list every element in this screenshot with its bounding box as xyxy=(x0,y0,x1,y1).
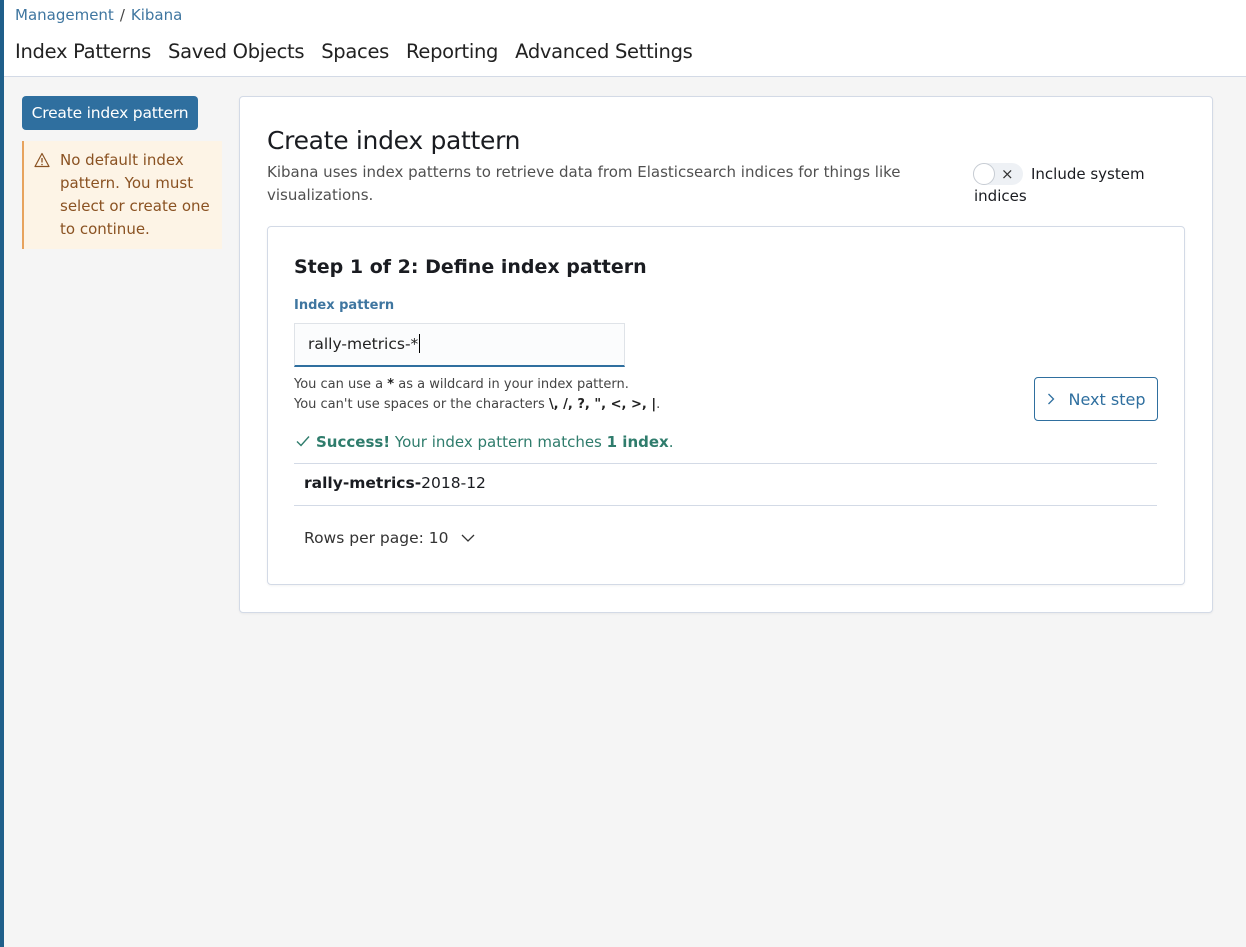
tab-spaces[interactable]: Spaces xyxy=(321,40,389,63)
index-pattern-input[interactable]: rally-metrics-* xyxy=(294,323,625,367)
help-line-wildcard: You can use a * as a wildcard in your in… xyxy=(294,375,660,395)
success-label: Success! xyxy=(316,433,391,451)
success-text-end: . xyxy=(668,433,674,451)
step-title: Step 1 of 2: Define index pattern xyxy=(294,256,647,278)
warning-icon xyxy=(34,152,50,168)
rows-per-page-selector[interactable]: Rows per page: 10 xyxy=(304,529,475,547)
page-title: Create index pattern xyxy=(267,126,521,155)
breadcrumb-kibana[interactable]: Kibana xyxy=(131,6,182,24)
breadcrumb-separator: / xyxy=(119,6,125,24)
chevron-down-icon xyxy=(461,534,474,542)
help-text: You can't use spaces or the characters xyxy=(294,397,549,412)
tab-index-patterns[interactable]: Index Patterns xyxy=(15,40,151,63)
index-pattern-help: You can use a * as a wildcard in your in… xyxy=(294,375,660,415)
create-index-pattern-button[interactable]: Create index pattern xyxy=(22,96,198,130)
match-prefix: rally-metrics- xyxy=(304,474,422,492)
tab-reporting[interactable]: Reporting xyxy=(406,40,498,63)
breadcrumb-management[interactable]: Management xyxy=(15,6,114,24)
index-pattern-label: Index pattern xyxy=(294,298,395,313)
divider xyxy=(294,463,1157,464)
help-text: as a wildcard in your index pattern. xyxy=(394,377,629,392)
top-header: Management / Kibana Index Patterns Saved O… xyxy=(4,0,1246,77)
next-step-button[interactable]: Next step xyxy=(1034,377,1158,421)
toggle-knob xyxy=(973,163,995,185)
page-description: Kibana uses index patterns to retrieve d… xyxy=(267,163,901,204)
define-index-pattern-step: Step 1 of 2: Define index pattern Index … xyxy=(267,226,1185,585)
matching-index-row: rally-metrics-2018-12 xyxy=(304,474,486,492)
success-text: Your index pattern matches xyxy=(390,433,607,451)
chevron-right-icon xyxy=(1047,393,1054,405)
match-suffix: 2018-12 xyxy=(421,474,486,492)
close-icon: × xyxy=(1001,165,1014,183)
match-success-message: Success! Your index pattern matches 1 in… xyxy=(296,433,674,451)
next-step-label: Next step xyxy=(1068,389,1146,409)
no-default-index-callout: No default index pattern. You must selec… xyxy=(22,141,222,249)
help-text: You can use a xyxy=(294,377,388,392)
text-cursor xyxy=(419,334,421,353)
rows-per-page-label: Rows per page: 10 xyxy=(304,529,449,547)
management-nav: Index Patterns Saved Objects Spaces Repo… xyxy=(15,40,710,63)
breadcrumb: Management / Kibana xyxy=(15,6,182,24)
left-rail xyxy=(0,0,4,947)
help-text: . xyxy=(656,397,661,412)
tab-advanced-settings[interactable]: Advanced Settings xyxy=(515,40,693,63)
divider xyxy=(294,505,1157,506)
include-system-indices-toggle[interactable]: × xyxy=(973,163,1023,185)
callout-text: No default index pattern. You must selec… xyxy=(60,151,210,238)
success-count: 1 index xyxy=(606,433,669,451)
create-index-pattern-panel: Create index pattern Kibana uses index p… xyxy=(239,96,1213,613)
help-line-characters: You can't use spaces or the characters \… xyxy=(294,395,660,415)
check-icon xyxy=(296,435,310,447)
tab-saved-objects[interactable]: Saved Objects xyxy=(168,40,305,63)
index-pattern-value: rally-metrics-* xyxy=(308,335,419,353)
help-forbidden-chars: \, /, ?, ", <, >, | xyxy=(548,397,657,412)
